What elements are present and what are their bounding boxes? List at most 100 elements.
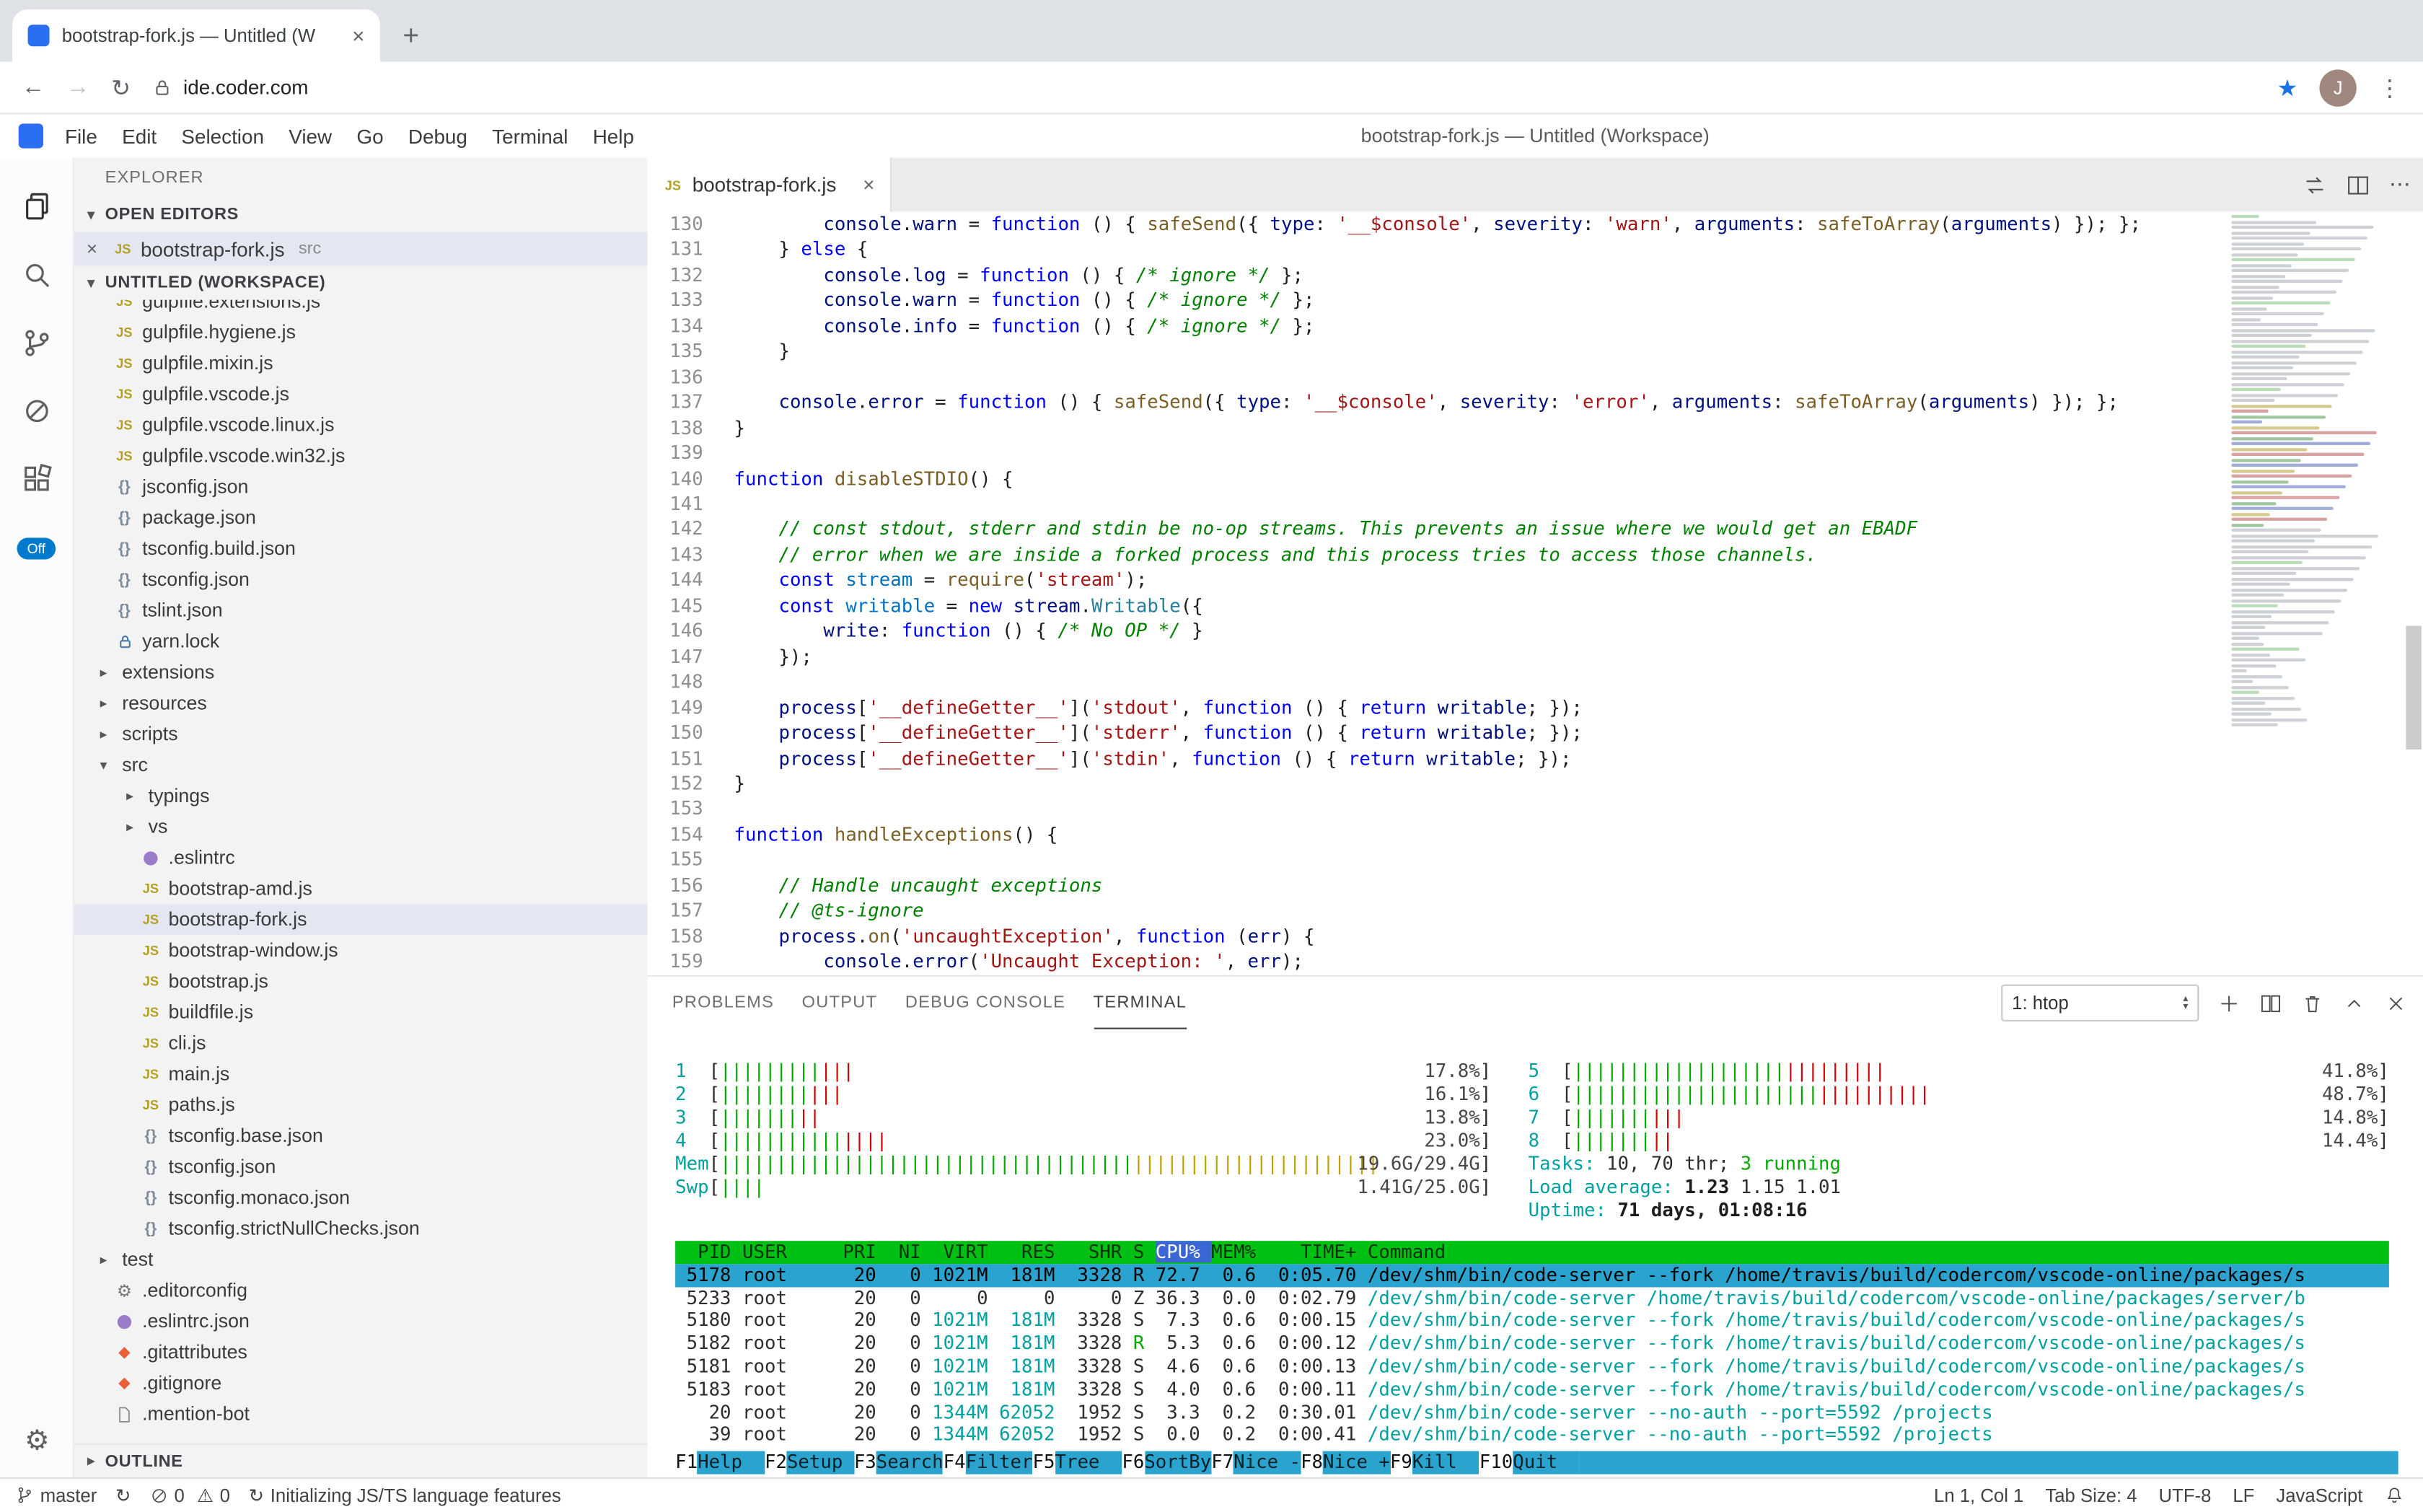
menu-view[interactable]: View (276, 124, 344, 147)
open-editor-item[interactable]: × JS bootstrap-fork.js src (74, 232, 648, 265)
panel-tab-debug-console[interactable]: DEBUG CONSOLE (905, 977, 1065, 1029)
git-branch-item[interactable]: master (15, 1485, 97, 1506)
bell-icon[interactable] (2384, 1485, 2404, 1506)
tree-item-bootstrap-window.js[interactable]: JSbootstrap-window.js (74, 935, 648, 966)
status-utf-8[interactable]: UTF-8 (2159, 1485, 2212, 1506)
tree-item-extensions[interactable]: ▸extensions (74, 656, 648, 687)
fkey-label-F8[interactable]: Nice + (1323, 1451, 1390, 1474)
language-status-item[interactable]: ↻ Initializing JS/TS language features (249, 1485, 561, 1506)
panel-tab-terminal[interactable]: TERMINAL (1094, 977, 1187, 1029)
source-control-icon[interactable] (0, 309, 74, 377)
fkey-F8[interactable]: F8 (1301, 1451, 1323, 1474)
tree-item-test[interactable]: ▸test (74, 1244, 648, 1275)
tree-item-bootstrap-amd.js[interactable]: JSbootstrap-amd.js (74, 873, 648, 904)
code-line[interactable]: 148 (648, 669, 2423, 695)
open-changes-icon[interactable] (2303, 172, 2327, 197)
fkey-label-F2[interactable]: Setup (787, 1451, 854, 1474)
extensions-icon[interactable] (0, 445, 74, 513)
code-line[interactable]: 151 process['__defineGetter__']('stdin',… (648, 746, 2423, 771)
menu-debug[interactable]: Debug (396, 124, 480, 147)
tree-item-package.json[interactable]: {}package.json (74, 502, 648, 533)
code-line[interactable]: 147 }); (648, 644, 2423, 669)
avatar[interactable]: J (2319, 69, 2356, 105)
split-terminal-icon[interactable] (2259, 991, 2282, 1014)
tree-item-.editorconfig[interactable]: ⚙.editorconfig (74, 1275, 648, 1306)
tree-item-tsconfig.monaco.json[interactable]: {}tsconfig.monaco.json (74, 1182, 648, 1213)
code-line[interactable]: 156 // Handle uncaught exceptions (648, 873, 2423, 898)
browser-tab[interactable]: bootstrap-fork.js — Untitled (W × (12, 9, 380, 62)
code-line[interactable]: 150 process['__defineGetter__']('stderr'… (648, 720, 2423, 745)
fkey-F5[interactable]: F5 (1033, 1451, 1055, 1474)
menu-go[interactable]: Go (344, 124, 395, 147)
tree-item-tsconfig.strictNullChecks.json[interactable]: {}tsconfig.strictNullChecks.json (74, 1213, 648, 1244)
collaboration-off-toggle[interactable]: Off (17, 537, 56, 559)
more-actions-icon[interactable]: ⋯ (2389, 172, 2411, 198)
close-panel-icon[interactable] (2384, 991, 2407, 1014)
code-line[interactable]: 141 (648, 491, 2423, 517)
tab-close-icon[interactable]: × (352, 25, 365, 46)
code-line[interactable]: 140function disableSTDIO() { (648, 466, 2423, 491)
tree-item-tsconfig.json[interactable]: {}tsconfig.json (74, 564, 648, 595)
tree-item-paths.js[interactable]: JSpaths.js (74, 1089, 648, 1120)
tree-item-gulpfile.vscode.linux.js[interactable]: JSgulpfile.vscode.linux.js (74, 410, 648, 441)
debug-icon[interactable] (0, 377, 74, 445)
scrollbar-thumb[interactable] (2406, 626, 2421, 750)
bookmark-star-icon[interactable]: ★ (2277, 74, 2298, 102)
tree-item-.mention-bot[interactable]: .mention-bot (74, 1399, 648, 1430)
tree-item-jsconfig.json[interactable]: {}jsconfig.json (74, 471, 648, 502)
fkey-F10[interactable]: F10 (1479, 1451, 1513, 1474)
code-line[interactable]: 136 (648, 364, 2423, 390)
terminal[interactable]: 1[||||||||||||17.8%]2[|||||||||||16.1%]3… (648, 1029, 2423, 1477)
fkey-label-F6[interactable]: SortBy (1144, 1451, 1211, 1474)
tree-item-resources[interactable]: ▸resources (74, 687, 648, 718)
fkey-F2[interactable]: F2 (765, 1451, 787, 1474)
url-bar[interactable]: ide.coder.com (152, 76, 2255, 99)
process-row-5181[interactable]: 5181 root 20 0 1021M 181M 3328 S 4.6 0.6… (675, 1355, 2389, 1379)
tree-item-src[interactable]: ▾src (74, 750, 648, 781)
process-row-20[interactable]: 20 root 20 0 1344M 62052 1952 S 3.3 0.2 … (675, 1401, 2389, 1424)
fkey-F1[interactable]: F1 (675, 1451, 698, 1474)
code-line[interactable]: 131 } else { (648, 237, 2423, 263)
panel-tab-output[interactable]: OUTPUT (802, 977, 878, 1029)
split-editor-icon[interactable] (2346, 172, 2370, 197)
process-row-5180[interactable]: 5180 root 20 0 1021M 181M 3328 S 7.3 0.6… (675, 1309, 2389, 1332)
code-line[interactable]: 152} (648, 771, 2423, 796)
panel-tab-problems[interactable]: PROBLEMS (672, 977, 774, 1029)
tree-item-.gitignore[interactable]: ◆.gitignore (74, 1368, 648, 1399)
menu-edit[interactable]: Edit (110, 124, 169, 147)
close-icon[interactable]: × (87, 238, 105, 260)
menu-terminal[interactable]: Terminal (480, 124, 581, 147)
code-line[interactable]: 133 console.warn = function () { /* igno… (648, 288, 2423, 313)
tree-item-tsconfig.json[interactable]: {}tsconfig.json (74, 1151, 648, 1182)
code-line[interactable]: 154function handleExceptions() { (648, 822, 2423, 847)
fkey-F6[interactable]: F6 (1122, 1451, 1144, 1474)
tree-item-cli.js[interactable]: JScli.js (74, 1028, 648, 1059)
maximize-panel-icon[interactable] (2343, 991, 2366, 1014)
code-line[interactable]: 145 const writable = new stream.Writable… (648, 593, 2423, 618)
problems-item[interactable]: 0 ⚠ 0 (149, 1485, 230, 1506)
back-icon[interactable]: ← (22, 74, 45, 100)
code-line[interactable]: 138} (648, 415, 2423, 440)
tree-item-tsconfig.base.json[interactable]: {}tsconfig.base.json (74, 1120, 648, 1151)
code-line[interactable]: 146 write: function () { /* No OP */ } (648, 618, 2423, 643)
sync-icon[interactable]: ↻ (115, 1485, 131, 1506)
tree-item-typings[interactable]: ▸typings (74, 781, 648, 812)
reload-icon[interactable]: ↻ (111, 74, 131, 102)
fkey-F4[interactable]: F4 (944, 1451, 966, 1474)
fkey-label-F5[interactable]: Tree (1055, 1451, 1122, 1474)
new-tab-button[interactable]: + (390, 14, 433, 57)
search-icon[interactable] (0, 241, 74, 309)
code-editor[interactable]: 130 console.warn = function () { safeSen… (648, 211, 2423, 975)
tree-item-.gitattributes[interactable]: ◆.gitattributes (74, 1337, 648, 1368)
minimap[interactable] (2231, 215, 2401, 975)
code-line[interactable]: 157 // @ts-ignore (648, 898, 2423, 923)
browser-menu-icon[interactable]: ⋮ (2378, 74, 2401, 102)
code-line[interactable]: 137 console.error = function () { safeSe… (648, 390, 2423, 415)
tree-item-buildfile.js[interactable]: JSbuildfile.js (74, 997, 648, 1028)
tree-item-yarn.lock[interactable]: yarn.lock (74, 626, 648, 657)
process-row-5233[interactable]: 5233 root 20 0 0 0 0 Z 36.3 0.0 0:02.79 … (675, 1287, 2389, 1310)
new-terminal-icon[interactable] (2217, 991, 2240, 1014)
tree-item-.eslintrc.json[interactable]: .eslintrc.json (74, 1306, 648, 1337)
code-line[interactable]: 159 console.error('Uncaught Exception: '… (648, 949, 2423, 975)
tree-item-gulpfile.extensions.js[interactable]: JSgulpfile.extensions.js (74, 300, 648, 317)
